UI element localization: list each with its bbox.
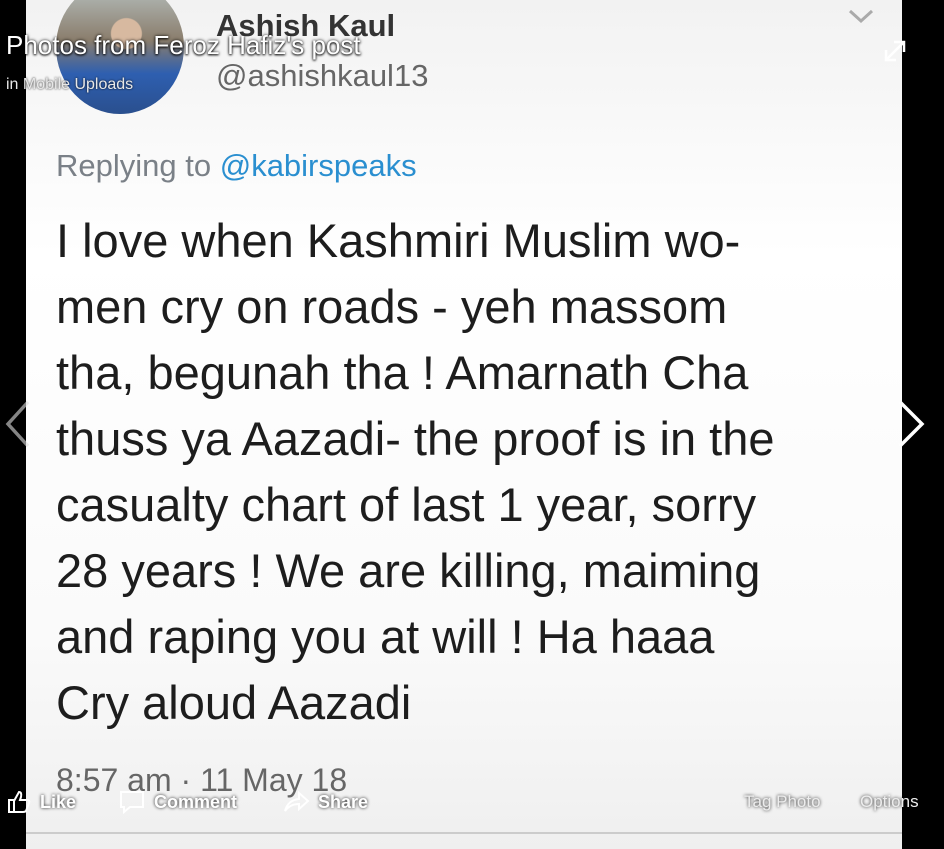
tweet-text-line: Cry aloud Aazadi	[56, 676, 412, 729]
tweet-reply-line: Replying to @kabirspeaks	[56, 148, 417, 184]
tweet-text-line: tha, begunah tha ! Amarnath Cha	[56, 346, 749, 399]
viewer-subtitle[interactable]: in Mobile Uploads	[6, 76, 133, 94]
share-arrow-icon	[284, 790, 310, 812]
tweet-text-line: men cry on roads - yeh massom	[56, 280, 728, 333]
tweet-text-line: 28 years ! We are killing, maiming	[56, 544, 761, 597]
divider	[26, 832, 902, 834]
share-label: Share	[318, 791, 369, 812]
reply-prefix: Replying to	[56, 148, 212, 183]
tweet-text-line: casualty chart of last 1 year, sorry	[56, 478, 757, 531]
chevron-left-icon[interactable]	[4, 398, 32, 450]
speech-bubble-icon	[120, 791, 144, 815]
chevron-down-icon	[846, 6, 876, 32]
chevron-right-icon[interactable]	[894, 398, 926, 450]
tag-photo-button[interactable]: Tag Photo	[744, 784, 821, 820]
tweet-text: I love when Kashmiri Muslim wo- men cry …	[56, 208, 896, 736]
reply-handle: @kabirspeaks	[219, 148, 417, 183]
options-button[interactable]: Options	[860, 784, 919, 820]
comment-label: Comment	[154, 791, 238, 812]
comment-button[interactable]: Comment	[118, 784, 237, 820]
viewer-title[interactable]: Photos from Feroz Hafiz's post	[6, 30, 361, 61]
expand-arrows-icon[interactable]	[880, 36, 910, 66]
tweet-author-handle: @ashishkaul13	[216, 58, 429, 93]
photo-image: Ashish Kaul @ashishkaul13 Replying to @k…	[26, 0, 902, 849]
tweet-text-line: thuss ya Aazadi- the proof is in the	[56, 412, 775, 465]
photo-action-bar: Like Comment Share Tag Photo Options	[0, 784, 944, 820]
share-button[interactable]: Share	[282, 784, 368, 820]
like-button[interactable]: Like	[6, 784, 76, 820]
tweet-text-line: and raping you at will ! Ha haaa	[56, 610, 715, 663]
thumbs-up-icon	[8, 790, 31, 813]
tweet-text-line: I love when Kashmiri Muslim wo-	[56, 214, 741, 267]
like-label: Like	[40, 791, 77, 812]
